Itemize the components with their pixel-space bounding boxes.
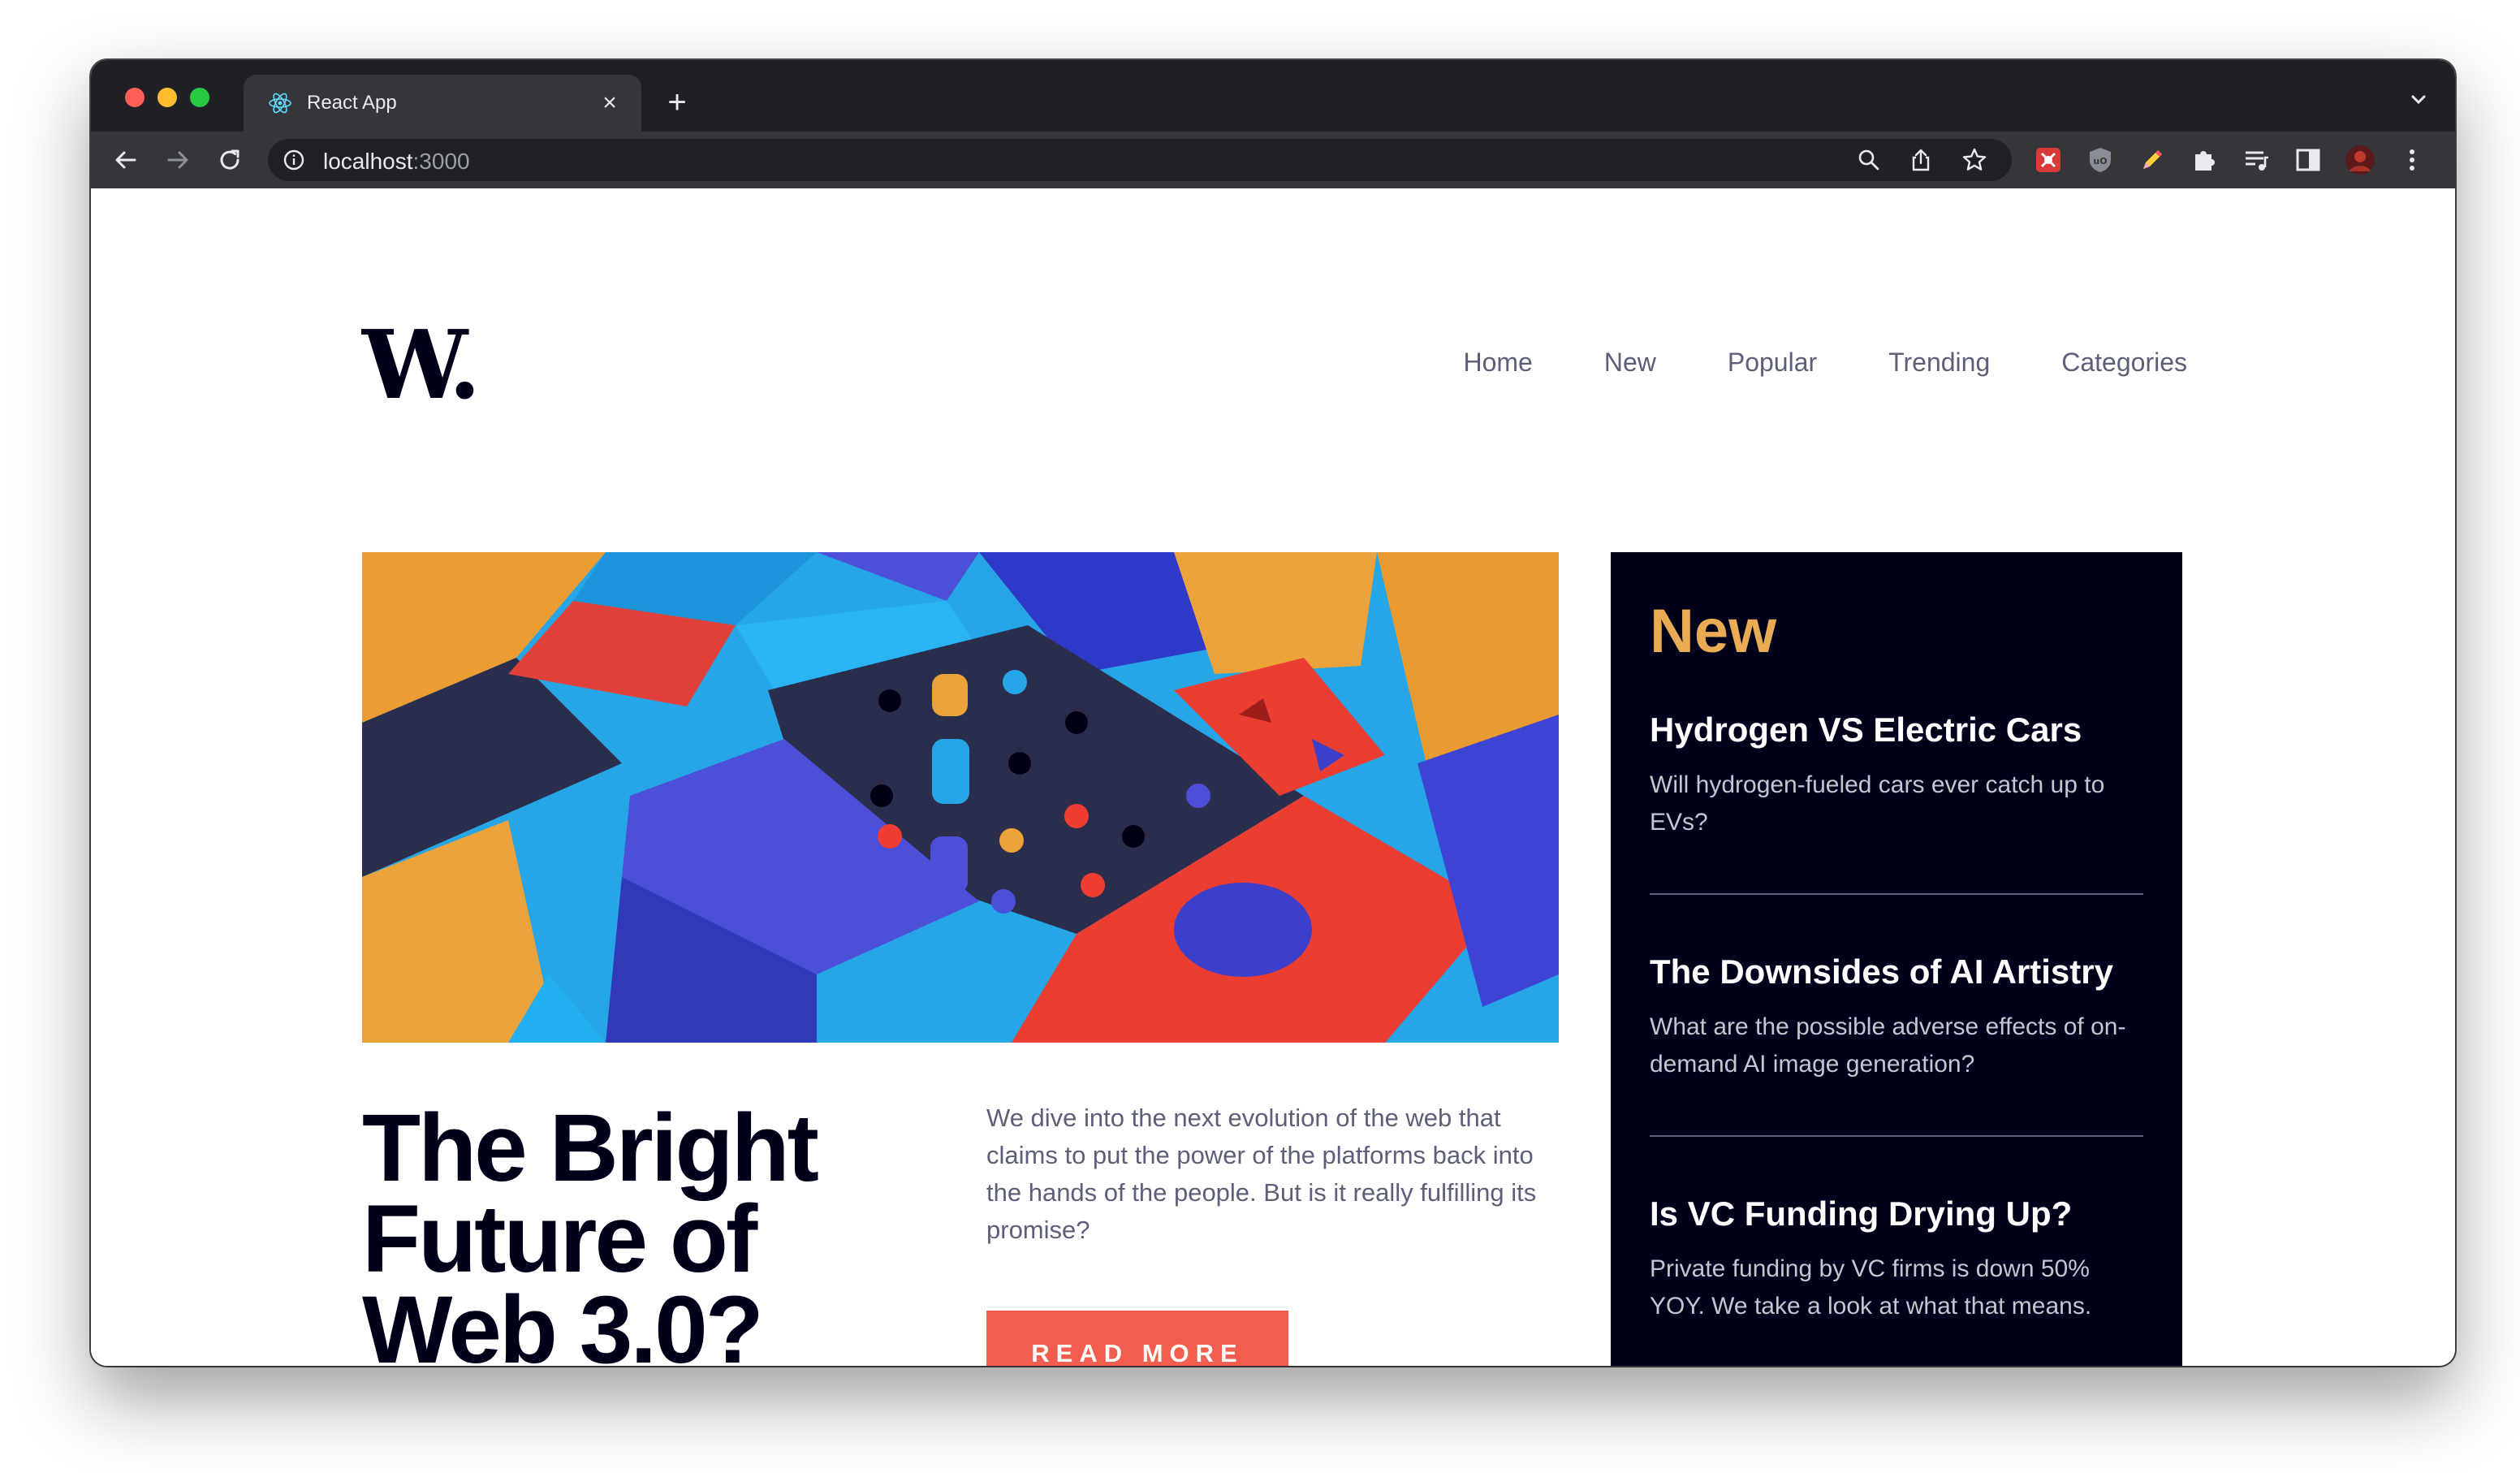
reload-icon[interactable] [213,143,247,177]
bookmark-star-icon[interactable] [1961,147,1987,173]
new-article-title[interactable]: Is VC Funding Drying Up? [1650,1197,2143,1231]
browser-tab[interactable]: React App × [244,75,641,132]
forward-arrow-icon[interactable] [161,143,195,177]
new-article-item[interactable]: The Downsides of AI Artistry What are th… [1650,955,2143,1137]
puzzle-icon[interactable] [2189,145,2220,175]
nav-link-new[interactable]: New [1604,348,1656,378]
profile-avatar[interactable] [2345,145,2375,175]
new-tab-icon[interactable]: + [659,84,695,120]
tab-title: React App [307,92,397,114]
nav-link-popular[interactable]: Popular [1728,348,1817,378]
hero-description: We dive into the next evolution of the w… [986,1104,1537,1244]
back-arrow-icon[interactable] [109,143,143,177]
chevron-down-icon[interactable] [2406,88,2431,112]
close-tab-icon[interactable]: × [594,88,625,119]
side-panel-icon[interactable] [2293,145,2324,175]
new-article-desc: What are the possible adverse effects of… [1650,1013,2126,1078]
main-nav: Home New Popular Trending Categories [1463,348,2187,378]
zoom-icon[interactable] [1856,147,1882,173]
nav-link-categories[interactable]: Categories [2061,348,2187,378]
window-controls [125,88,209,107]
new-article-desc: Will hydrogen-fueled cars ever catch up … [1650,771,2105,836]
extension-red-icon[interactable] [2033,145,2064,175]
pen-icon[interactable] [2137,145,2168,175]
hero-headline: The Bright Future of Web 3.0? [362,1095,819,1366]
new-article-title[interactable]: The Downsides of AI Artistry [1650,955,2143,989]
read-more-button[interactable]: READ MORE [986,1311,1288,1366]
browser-window: React App × + localhost:3000 uO W. Home … [91,60,2455,1366]
close-window-button[interactable] [125,88,145,107]
url-text: localhost:3000 [323,149,470,175]
svg-text:uO: uO [2093,156,2107,166]
site-logo[interactable]: W. [362,318,481,413]
ublock-icon[interactable]: uO [2085,145,2116,175]
nav-link-trending[interactable]: Trending [1888,348,1990,378]
address-bar[interactable]: localhost:3000 [268,139,2012,181]
minimize-window-button[interactable] [158,88,177,107]
new-panel-title: New [1650,597,1777,666]
new-article-item[interactable]: Hydrogen VS Electric Cars Will hydrogen-… [1650,713,2143,895]
maximize-window-button[interactable] [190,88,209,107]
new-article-desc: Private funding by VC firms is down 50% … [1650,1255,2092,1320]
kebab-menu-icon[interactable] [2397,145,2427,175]
react-icon [266,89,294,117]
browser-toolbar: localhost:3000 uO [91,132,2455,188]
web-page: W. Home New Popular Trending Categories [91,188,2455,1366]
media-queue-icon[interactable] [2241,145,2272,175]
share-icon[interactable] [1908,147,1934,173]
url-port: :3000 [412,149,470,174]
site-info-icon[interactable] [283,149,305,171]
new-article-title[interactable]: Hydrogen VS Electric Cars [1650,713,2143,747]
tab-bar: React App × + [91,60,2455,132]
nav-link-home[interactable]: Home [1463,348,1532,378]
hero-image [362,552,1559,1043]
new-article-item[interactable]: Is VC Funding Drying Up? Private funding… [1650,1197,2143,1325]
url-host: localhost [323,149,413,174]
new-articles-panel: New Hydrogen VS Electric Cars Will hydro… [1611,552,2182,1366]
